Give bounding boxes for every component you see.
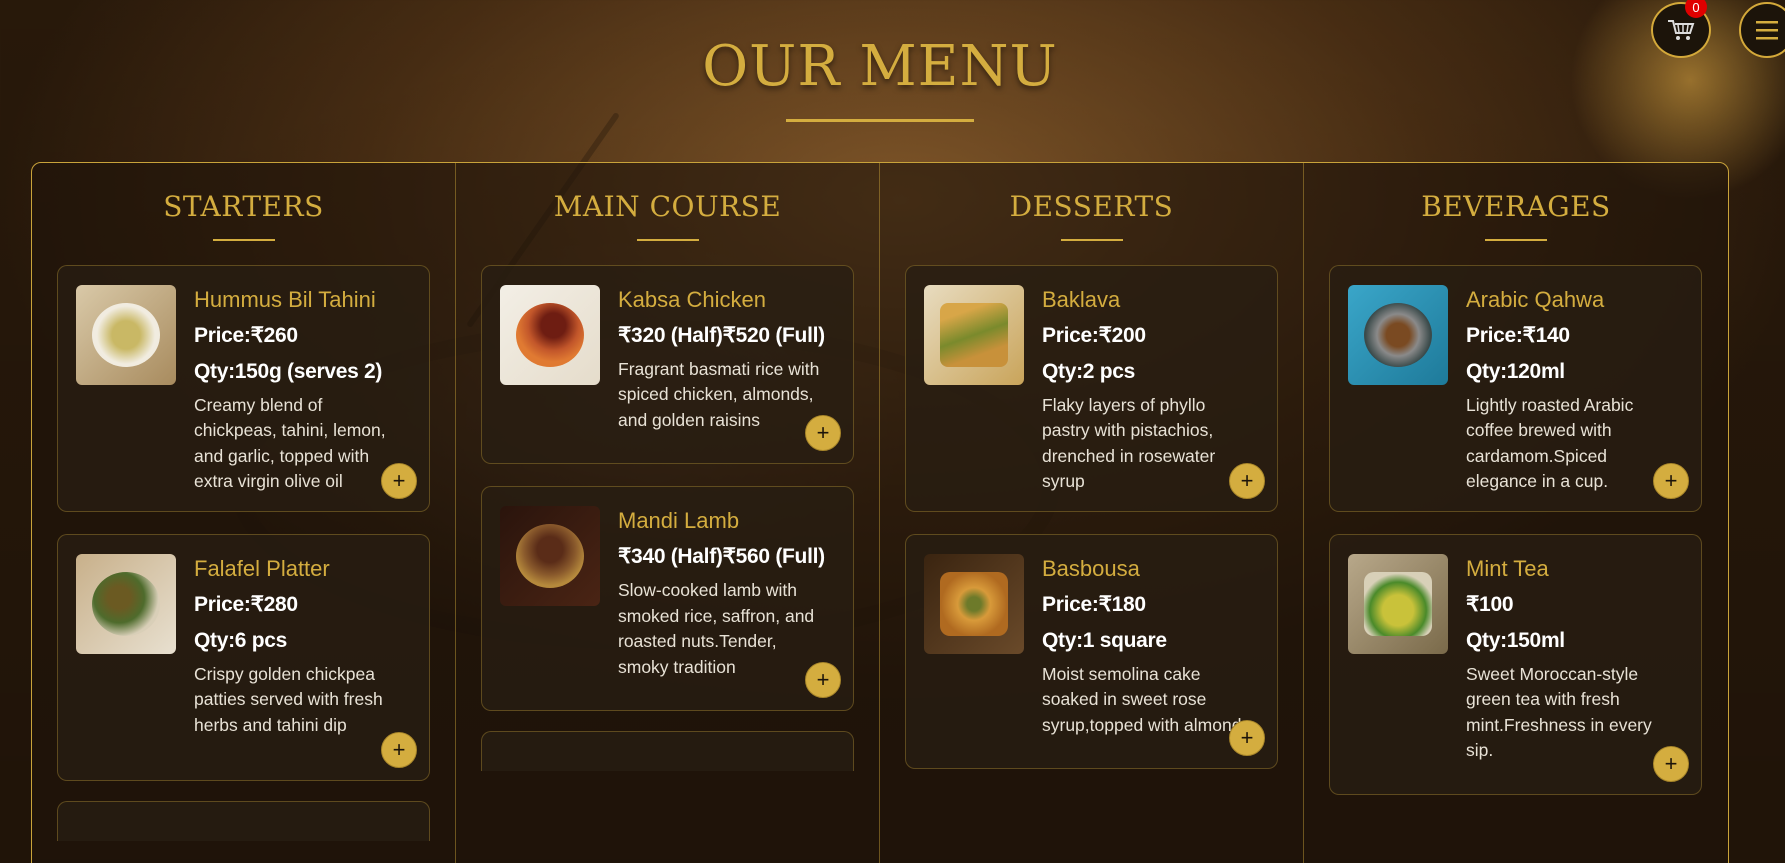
menu-item-card: Kabsa Chicken ₹320 (Half)₹520 (Full) Fra… bbox=[481, 264, 854, 464]
dish-image-qahwa bbox=[1348, 284, 1448, 385]
category-underline bbox=[1060, 239, 1123, 241]
dish-image-hummus bbox=[76, 284, 176, 385]
item-description: Fragrant basmati rice with spiced chicke… bbox=[618, 358, 820, 430]
menu-item-card: Baklava Price:₹200 Qty:2 pcs Flaky layer… bbox=[905, 264, 1278, 512]
page-title: OUR MENU bbox=[702, 34, 1058, 99]
category-heading: BEVERAGES bbox=[1421, 190, 1611, 223]
dish-image-baklava bbox=[924, 284, 1024, 385]
item-quantity: Qty:150ml bbox=[1466, 628, 1565, 652]
item-description: Lightly roasted Arabic coffee brewed wit… bbox=[1466, 394, 1634, 492]
item-price: ₹340 (Half)₹560 (Full) bbox=[618, 545, 825, 568]
menu-item-card: Mint Tea ₹100 Qty:150ml Sweet Moroccan-s… bbox=[1329, 533, 1702, 795]
category-underline bbox=[1485, 239, 1547, 241]
item-price: Price:₹200 bbox=[1042, 323, 1146, 347]
dish-image-mandi bbox=[500, 506, 600, 606]
add-to-cart-button[interactable]: + bbox=[381, 732, 417, 768]
item-description: Slow-cooked lamb with smoked rice, saffr… bbox=[618, 580, 815, 677]
item-price: Price:₹180 bbox=[1042, 592, 1146, 616]
category-underline bbox=[212, 239, 275, 241]
add-to-cart-button[interactable]: + bbox=[1229, 720, 1265, 756]
menu-item-card-partial bbox=[481, 731, 854, 771]
cart-count-badge: 0 bbox=[1685, 0, 1707, 18]
add-to-cart-button[interactable]: + bbox=[1653, 462, 1689, 499]
item-price: ₹100 bbox=[1466, 592, 1514, 616]
item-price: ₹320 (Half)₹520 (Full) bbox=[618, 323, 825, 347]
item-price: Price:₹280 bbox=[194, 592, 298, 616]
item-quantity: Qty:2 pcs bbox=[1042, 359, 1135, 383]
dish-image-kabsa bbox=[500, 284, 600, 385]
item-name: Kabsa Chicken bbox=[618, 286, 766, 312]
item-description: Moist semolina cake soaked in sweet rose… bbox=[1042, 663, 1251, 735]
item-description: Creamy blend of chickpeas, tahini, lemon… bbox=[194, 394, 386, 492]
add-to-cart-button[interactable]: + bbox=[1229, 462, 1265, 499]
menu-panel: STARTERS Hummus Bil Tahini Price:₹260 Qt… bbox=[31, 162, 1729, 863]
dish-image-basbousa bbox=[924, 553, 1024, 654]
menu-item-card: Hummus Bil Tahini Price:₹260 Qty:150g (s… bbox=[57, 264, 430, 512]
category-heading: STARTERS bbox=[163, 190, 324, 223]
item-quantity: Qty:1 square bbox=[1042, 628, 1167, 652]
item-quantity: Qty:120ml bbox=[1466, 359, 1565, 383]
item-name: Arabic Qahwa bbox=[1466, 286, 1605, 312]
category-column-beverages: BEVERAGES Arabic Qahwa Price:₹140 Qty:12… bbox=[1304, 163, 1728, 863]
item-name: Falafel Platter bbox=[194, 555, 330, 581]
add-to-cart-button[interactable]: + bbox=[805, 662, 841, 698]
item-description: Sweet Moroccan-style green tea with fres… bbox=[1466, 663, 1652, 761]
item-name: Basbousa bbox=[1042, 555, 1140, 581]
item-name: Hummus Bil Tahini bbox=[194, 286, 376, 312]
menu-item-card: Falafel Platter Price:₹280 Qty:6 pcs Cri… bbox=[57, 533, 430, 781]
category-heading: MAIN COURSE bbox=[553, 190, 782, 223]
dish-image-falafel bbox=[76, 553, 176, 654]
menu-item-card: Arabic Qahwa Price:₹140 Qty:120ml Lightl… bbox=[1329, 264, 1702, 512]
category-underline bbox=[636, 239, 699, 241]
add-to-cart-button[interactable]: + bbox=[805, 415, 841, 451]
category-heading: DESSERTS bbox=[1009, 190, 1174, 223]
item-description: Flaky layers of phyllo pastry with pista… bbox=[1042, 394, 1216, 492]
menu-item-card: Basbousa Price:₹180 Qty:1 square Moist s… bbox=[905, 533, 1278, 769]
item-price: Price:₹260 bbox=[194, 323, 298, 347]
add-to-cart-button[interactable]: + bbox=[381, 462, 417, 499]
item-name: Mint Tea bbox=[1466, 555, 1549, 581]
item-quantity: Qty:150g (serves 2) bbox=[194, 359, 383, 383]
title-underline bbox=[786, 119, 974, 122]
item-name: Mandi Lamb bbox=[618, 508, 740, 533]
item-name: Baklava bbox=[1042, 286, 1121, 312]
category-column-desserts: DESSERTS Baklava Price:₹200 Qty:2 pcs Fl… bbox=[880, 163, 1304, 863]
add-to-cart-button[interactable]: + bbox=[1653, 745, 1689, 782]
item-price: Price:₹140 bbox=[1466, 323, 1570, 347]
item-description: Crispy golden chickpea patties served wi… bbox=[194, 663, 383, 735]
category-column-starters: STARTERS Hummus Bil Tahini Price:₹260 Qt… bbox=[32, 163, 456, 863]
dish-image-mint-tea bbox=[1348, 553, 1448, 654]
menu-item-card-partial bbox=[57, 801, 430, 841]
menu-item-card: Mandi Lamb ₹340 (Half)₹560 (Full) Slow-c… bbox=[481, 486, 854, 711]
item-quantity: Qty:6 pcs bbox=[194, 628, 287, 652]
category-column-main-course: MAIN COURSE Kabsa Chicken ₹320 (Half)₹52… bbox=[456, 163, 880, 863]
